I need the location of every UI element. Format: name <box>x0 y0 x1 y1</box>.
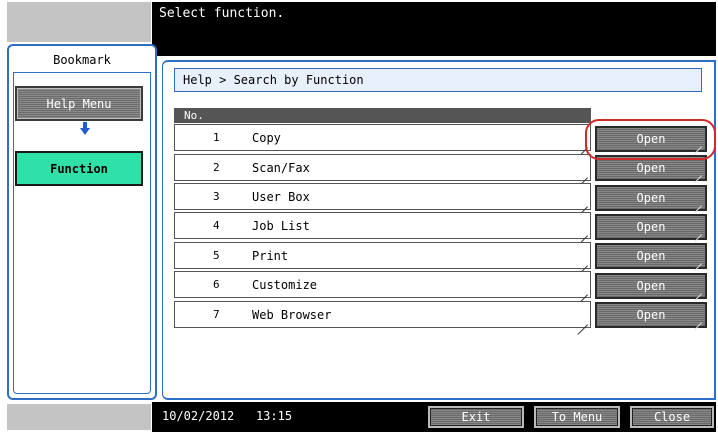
open-button-user-box[interactable]: Open <box>595 185 707 214</box>
open-button-scan-fax[interactable]: Open <box>595 155 707 184</box>
table-row[interactable]: 3 User Box <box>174 183 591 217</box>
title-bar: Select function. <box>152 2 716 56</box>
time: 13:15 <box>255 409 293 423</box>
exit-button[interactable]: Exit <box>428 406 524 428</box>
to-menu-button[interactable]: To Menu <box>534 406 620 428</box>
table-row[interactable]: 1 Copy <box>174 124 591 158</box>
open-button-label: Open <box>636 308 666 322</box>
row-number: 4 <box>213 219 220 232</box>
header-corner <box>7 2 151 42</box>
row-number: 1 <box>213 131 220 144</box>
open-button-print[interactable]: Open <box>595 243 707 272</box>
table-row[interactable]: 7 Web Browser <box>174 301 591 335</box>
datetime: 10/02/2012 13:15 <box>162 409 292 423</box>
open-button-copy[interactable]: Open <box>595 126 707 155</box>
close-button[interactable]: Close <box>630 406 714 428</box>
row-number: 2 <box>213 161 220 174</box>
open-button-customize[interactable]: Open <box>595 273 707 302</box>
row-number: 3 <box>213 190 220 203</box>
open-button-label: Open <box>636 161 666 175</box>
footer-bar: 10/02/2012 13:15 Exit To Menu Close <box>152 402 716 432</box>
table-row[interactable]: 4 Job List <box>174 212 591 246</box>
row-name: Scan/Fax <box>252 161 310 175</box>
table-row[interactable]: 5 Print <box>174 242 591 276</box>
row-number: 7 <box>213 308 220 321</box>
breadcrumb: Help > Search by Function <box>174 68 702 92</box>
table-row[interactable]: 2 Scan/Fax <box>174 154 591 188</box>
footer-corner <box>7 404 151 430</box>
open-button-label: Open <box>636 249 666 263</box>
row-name: Print <box>252 249 289 263</box>
page-title: Select function. <box>159 6 285 21</box>
date: 10/02/2012 <box>162 409 235 423</box>
row-name: Copy <box>252 131 281 145</box>
open-button-label: Open <box>636 132 666 146</box>
bookmark-label: Bookmark <box>53 53 111 67</box>
table-row[interactable]: 6 Customize <box>174 271 591 305</box>
open-button-label: Open <box>636 220 666 234</box>
arrow-down-icon <box>80 122 90 135</box>
table-header: No. <box>174 108 591 123</box>
open-button-job-list[interactable]: Open <box>595 214 707 243</box>
function-button[interactable]: Function <box>15 151 143 186</box>
row-name: User Box <box>252 190 310 204</box>
row-name: Web Browser <box>252 308 332 322</box>
open-button-web-browser[interactable]: Open <box>595 302 707 331</box>
open-button-label: Open <box>636 191 666 205</box>
row-name: Job List <box>252 219 310 233</box>
row-name: Customize <box>252 278 318 292</box>
row-number: 5 <box>213 249 220 262</box>
help-menu-button[interactable]: Help Menu <box>15 86 143 121</box>
row-number: 6 <box>213 278 220 291</box>
open-button-label: Open <box>636 279 666 293</box>
